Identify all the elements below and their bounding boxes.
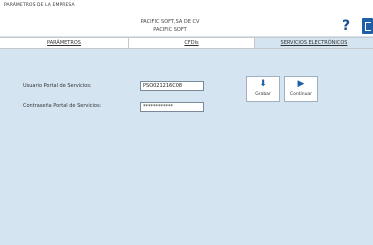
window-title: PARÁMETROS DE LA EMPRESA [4,3,75,8]
tab-servicios-electronicos[interactable]: SERVICIOS ELECTRÓNICOS [255,38,373,48]
company-name: PACIFIC SOFT,SA DE CV [140,19,200,25]
exit-icon[interactable] [362,18,373,34]
download-icon: ⬇ [259,79,267,89]
save-button[interactable]: ⬇ Grabar [246,76,280,102]
user-label: Usuario Portal de Servicios: [23,83,92,89]
help-icon[interactable]: ? [339,18,353,34]
title-bar: PARÁMETROS DE LA EMPRESA [0,0,373,17]
company-header: PACIFIC SOFT,SA DE CV PACIFIC SOFT [0,16,373,36]
window: PARÁMETROS DE LA EMPRESA PACIFIC SOFT,SA… [0,0,373,245]
tab-bar: PARÁMETROS CFDIs SERVICIOS ELECTRÓNICOS [0,37,373,49]
continue-button[interactable]: ▶ Continuar [284,76,318,102]
company-short-name: PACIFIC SOFT [153,27,187,33]
play-icon: ▶ [297,79,305,89]
password-field[interactable]: ************ [140,102,204,112]
user-field[interactable]: PSO021216C08 [140,81,204,91]
continue-button-label: Continuar [289,92,313,97]
password-label: Contraseña Portal de Servicios: [23,103,102,109]
tab-parametros[interactable]: PARÁMETROS [0,38,129,48]
save-button-label: Grabar [255,92,271,97]
company-info: PACIFIC SOFT,SA DE CV PACIFIC SOFT [0,18,340,34]
tab-cfdis[interactable]: CFDIs [129,38,255,48]
